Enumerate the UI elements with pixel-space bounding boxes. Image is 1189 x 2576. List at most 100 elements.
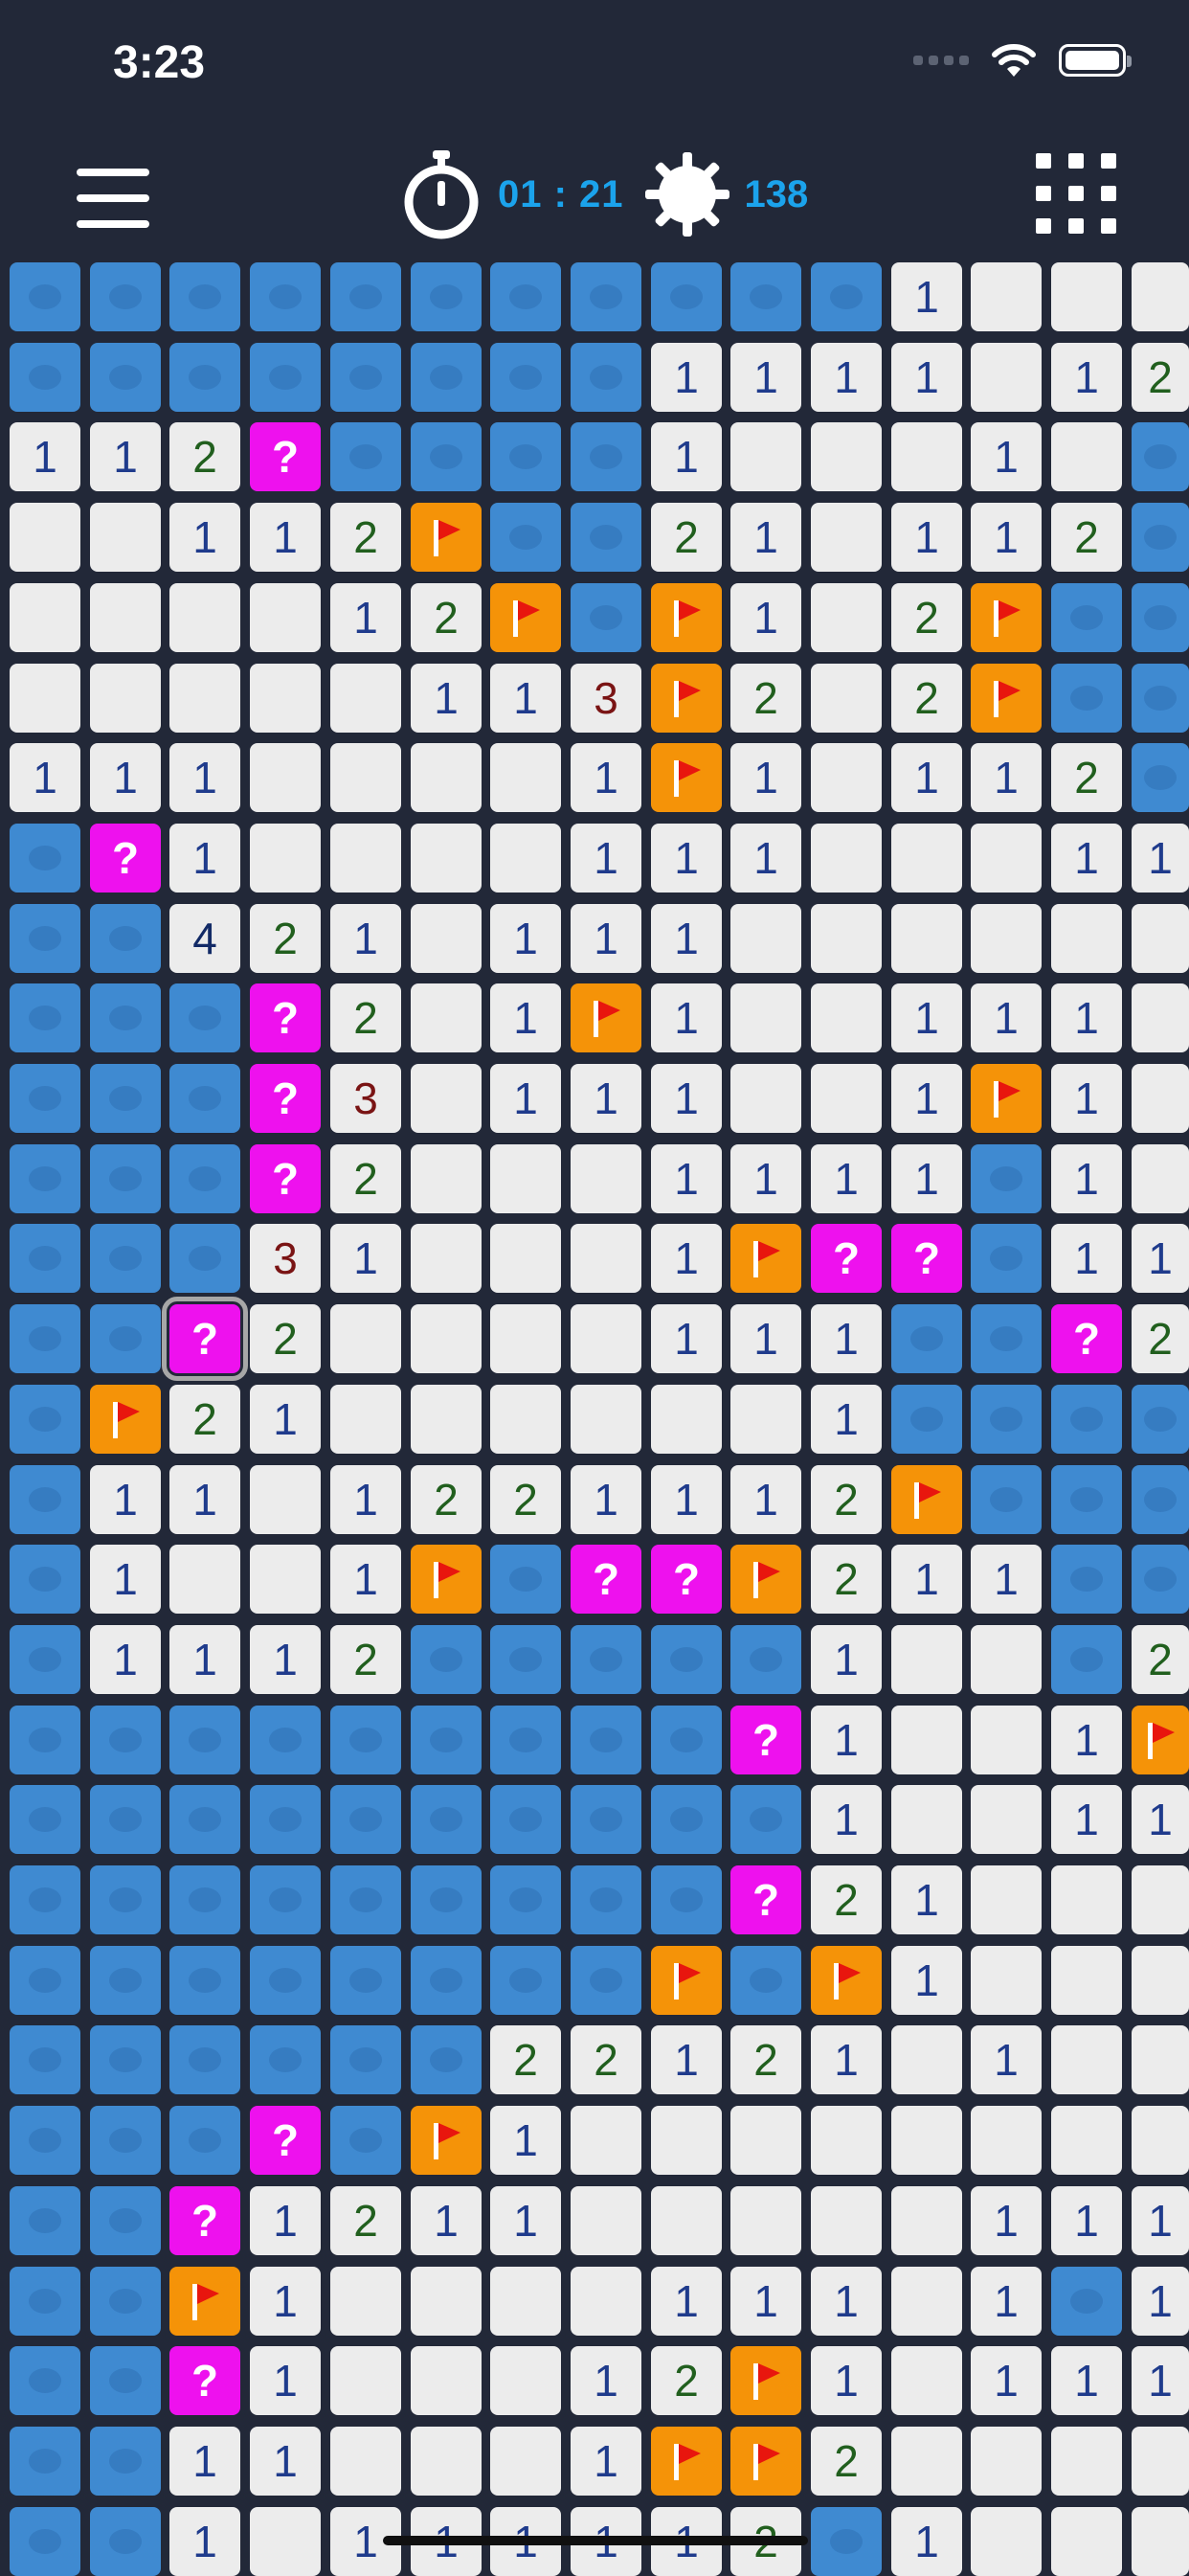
hidden-cell[interactable] [411, 1625, 482, 1694]
hidden-cell[interactable] [571, 343, 641, 412]
open-cell[interactable] [971, 2427, 1042, 2496]
hidden-cell[interactable] [571, 262, 641, 331]
open-cell[interactable] [411, 1064, 482, 1133]
number-cell[interactable]: 1 [651, 1144, 722, 1213]
hidden-cell[interactable] [1132, 664, 1189, 733]
hidden-cell[interactable] [90, 1224, 161, 1293]
open-cell[interactable] [90, 664, 161, 733]
hidden-cell[interactable] [250, 343, 321, 412]
number-cell[interactable]: 1 [1051, 1064, 1122, 1133]
hidden-cell[interactable] [330, 1706, 401, 1774]
hidden-cell[interactable] [169, 1946, 240, 2015]
question-cell[interactable]: ? [811, 1224, 882, 1293]
hidden-cell[interactable] [330, 2025, 401, 2094]
open-cell[interactable] [330, 2427, 401, 2496]
hidden-cell[interactable] [169, 1865, 240, 1934]
open-cell[interactable] [651, 2106, 722, 2175]
number-cell[interactable]: 3 [330, 1064, 401, 1133]
flag-cell[interactable] [90, 1385, 161, 1454]
hidden-cell[interactable] [971, 1224, 1042, 1293]
open-cell[interactable] [571, 2106, 641, 2175]
number-cell[interactable]: 1 [891, 343, 962, 412]
flag-cell[interactable] [411, 503, 482, 572]
number-cell[interactable]: 1 [571, 1064, 641, 1133]
number-cell[interactable]: 1 [651, 1465, 722, 1534]
open-cell[interactable] [891, 2267, 962, 2336]
open-cell[interactable] [811, 664, 882, 733]
number-cell[interactable]: 1 [811, 2346, 882, 2415]
hidden-cell[interactable] [10, 904, 80, 973]
number-cell[interactable]: 1 [891, 983, 962, 1052]
number-cell[interactable]: 2 [411, 583, 482, 652]
number-cell[interactable]: 1 [651, 2025, 722, 2094]
open-cell[interactable] [1051, 1946, 1122, 2015]
number-cell[interactable]: 1 [250, 1625, 321, 1694]
number-cell[interactable]: 1 [730, 1304, 801, 1373]
number-cell[interactable]: 2 [169, 1385, 240, 1454]
hidden-cell[interactable] [571, 583, 641, 652]
hidden-cell[interactable] [330, 1946, 401, 2015]
hidden-cell[interactable] [1132, 583, 1189, 652]
open-cell[interactable] [730, 1385, 801, 1454]
number-cell[interactable]: 1 [811, 2267, 882, 2336]
number-cell[interactable]: 1 [1132, 2346, 1189, 2415]
open-cell[interactable] [1051, 422, 1122, 491]
open-cell[interactable] [411, 743, 482, 812]
hidden-cell[interactable] [490, 1706, 561, 1774]
number-cell[interactable]: 1 [651, 343, 722, 412]
number-cell[interactable]: 2 [330, 1144, 401, 1213]
number-cell[interactable]: 1 [971, 1545, 1042, 1614]
hidden-cell[interactable] [490, 1545, 561, 1614]
hidden-cell[interactable] [411, 1785, 482, 1854]
hidden-cell[interactable] [90, 1785, 161, 1854]
open-cell[interactable] [1051, 2507, 1122, 2576]
number-cell[interactable]: 1 [571, 1465, 641, 1534]
open-cell[interactable] [1132, 1946, 1189, 2015]
hidden-cell[interactable] [10, 1946, 80, 2015]
number-cell[interactable]: 1 [1051, 1144, 1122, 1213]
number-cell[interactable]: 2 [651, 503, 722, 572]
hidden-cell[interactable] [90, 2267, 161, 2336]
number-cell[interactable]: 1 [730, 343, 801, 412]
number-cell[interactable]: 1 [250, 1385, 321, 1454]
open-cell[interactable] [971, 2507, 1042, 2576]
question-cell[interactable]: ? [250, 2106, 321, 2175]
number-cell[interactable]: 1 [1051, 1224, 1122, 1293]
hidden-cell[interactable] [10, 2106, 80, 2175]
hidden-cell[interactable] [90, 1706, 161, 1774]
number-cell[interactable]: 2 [330, 2186, 401, 2255]
hidden-cell[interactable] [169, 2106, 240, 2175]
flag-cell[interactable] [730, 1224, 801, 1293]
open-cell[interactable] [411, 1385, 482, 1454]
hidden-cell[interactable] [10, 2507, 80, 2576]
hidden-cell[interactable] [330, 2106, 401, 2175]
hidden-cell[interactable] [250, 262, 321, 331]
number-cell[interactable]: 1 [651, 904, 722, 973]
open-cell[interactable] [811, 824, 882, 893]
number-cell[interactable]: 2 [411, 1465, 482, 1534]
hidden-cell[interactable] [1132, 1465, 1189, 1534]
hidden-cell[interactable] [1051, 2267, 1122, 2336]
hidden-cell[interactable] [90, 1865, 161, 1934]
open-cell[interactable] [250, 824, 321, 893]
hidden-cell[interactable] [10, 824, 80, 893]
hidden-cell[interactable] [169, 983, 240, 1052]
number-cell[interactable]: 1 [571, 904, 641, 973]
open-cell[interactable] [571, 1144, 641, 1213]
open-cell[interactable] [891, 824, 962, 893]
number-cell[interactable]: 2 [250, 1304, 321, 1373]
hidden-cell[interactable] [971, 1465, 1042, 1534]
number-cell[interactable]: 1 [169, 824, 240, 893]
hidden-cell[interactable] [10, 1304, 80, 1373]
number-cell[interactable]: 1 [1132, 824, 1189, 893]
number-cell[interactable]: 2 [811, 1865, 882, 1934]
number-cell[interactable]: 1 [891, 1545, 962, 1614]
open-cell[interactable] [330, 2267, 401, 2336]
open-cell[interactable] [411, 2346, 482, 2415]
hidden-cell[interactable] [10, 1224, 80, 1293]
number-cell[interactable]: 1 [1051, 1785, 1122, 1854]
hidden-cell[interactable] [411, 262, 482, 331]
number-cell[interactable]: 1 [730, 1465, 801, 1534]
number-cell[interactable]: 1 [411, 664, 482, 733]
hidden-cell[interactable] [651, 1785, 722, 1854]
